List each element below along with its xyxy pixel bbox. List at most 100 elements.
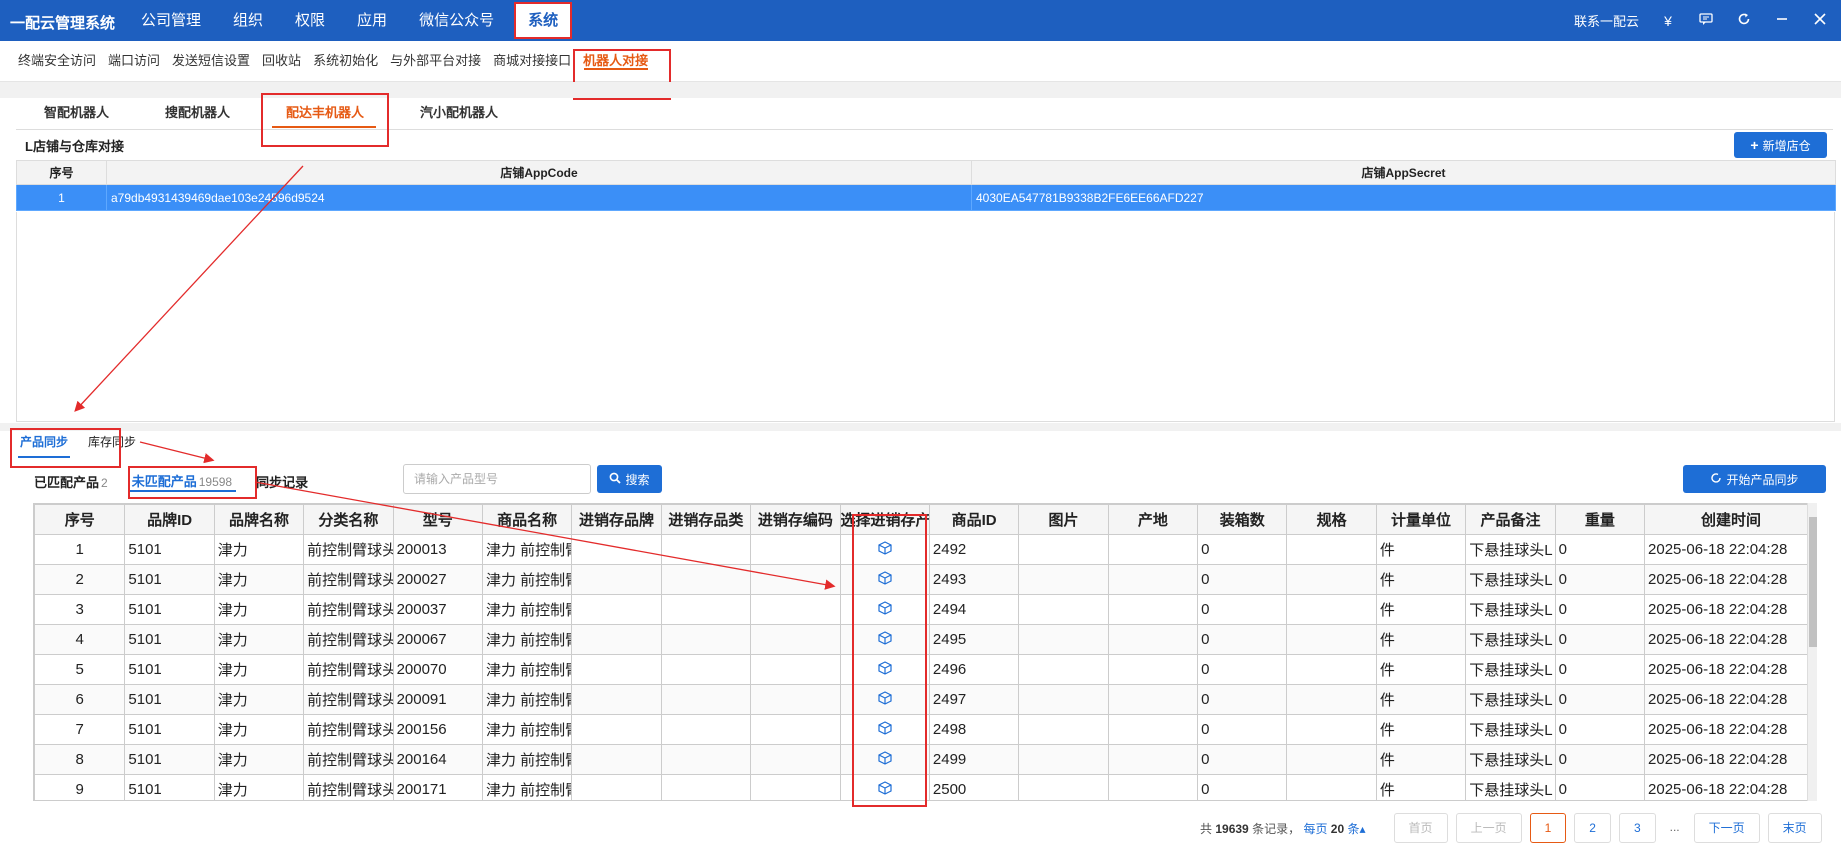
product-cell-14 [1286,684,1377,715]
tab-stock-sync[interactable]: 库存同步 [88,432,136,458]
page-ellipsis: ... [1663,813,1686,843]
filter-matched-count: 2 [101,475,108,490]
start-sync-button[interactable]: 开始产品同步 [1683,465,1826,493]
per-page-select[interactable]: 每页 20 条▴ [1303,822,1365,836]
filter-matched[interactable]: 已匹配产品 2 [34,472,108,491]
currency-icon[interactable]: ¥ [1659,13,1677,29]
box-icon[interactable] [877,540,893,556]
product-cell-2: 津力 [213,564,305,595]
select-product-cell[interactable] [839,594,930,625]
contact-link[interactable]: 联系一配云 [1574,11,1639,30]
product-cell-11 [1018,624,1109,655]
subnav-terminal-security[interactable]: 终端安全访问 [12,41,102,81]
select-product-cell[interactable] [839,714,930,745]
table-row[interactable]: 8 5101 津力 前控制臂球头 200164 津力 前控制臂 2499 0 件下悬挂球头L 0 2… [34,744,1816,775]
table-row[interactable]: 5 5101 津力 前控制臂球头 200070 津力 前控制臂 2496 0 件下悬挂球头L 0 2… [34,654,1816,685]
box-icon[interactable] [877,780,893,796]
table-row[interactable]: 1 5101 津力 前控制臂球头 200013 津力 前控制臂 2492 0 件下悬挂球头L 0 2… [34,534,1816,565]
table-row[interactable]: 6 5101 津力 前控制臂球头 200091 津力 前控制臂 2497 0 件下悬挂球头L 0 2… [34,684,1816,715]
tab-qixiaopei-robot[interactable]: 汽小配机器人 [392,98,526,129]
subnav-mall-interface[interactable]: 商城对接接口 [487,41,577,81]
box-icon[interactable] [877,570,893,586]
model-search-input[interactable] [403,464,591,494]
product-cell-10: 2494 [928,594,1020,625]
product-cell-7 [660,654,752,685]
topnav-org[interactable]: 组织 [217,0,279,41]
add-shop-button[interactable]: + 新增店仓 [1734,132,1827,158]
first-page-button[interactable]: 首页 [1393,813,1448,843]
select-product-cell[interactable] [839,774,930,800]
table-row[interactable]: 7 5101 津力 前控制臂球头 200156 津力 前控制臂 2498 0 件下悬挂球头L 0 2… [34,714,1816,745]
select-product-cell[interactable] [839,654,930,685]
close-icon[interactable] [1811,12,1829,29]
product-cell-15: 件 [1375,624,1467,655]
box-icon[interactable] [877,600,893,616]
topnav-apps[interactable]: 应用 [341,0,403,41]
minimize-icon[interactable] [1773,12,1791,29]
select-product-cell[interactable] [839,534,930,565]
next-page-button[interactable]: 下一页 [1693,813,1760,843]
product-cell-18: 2025-06-18 22:04:28 [1644,594,1816,625]
product-cell-18: 2025-06-18 22:04:28 [1644,774,1816,800]
product-cell-16: 下悬挂球头L [1465,534,1556,565]
scrollbar-thumb[interactable] [1809,517,1817,647]
product-cell-10: 2499 [928,744,1020,775]
subnav-active-underline [584,68,648,70]
filter-unmatched[interactable]: 未匹配产品 19598 [127,471,237,492]
table-row[interactable]: 9 5101 津力 前控制臂球头 200171 津力 前控制臂 2500 0 件下悬挂球头L 0 2… [34,774,1816,800]
subnav-robot-integration[interactable]: 机器人对接 [577,41,654,81]
page-button-3[interactable]: 3 [1618,813,1656,843]
tab-soupei-robot[interactable]: 搜配机器人 [137,98,258,129]
product-cell-10: 2500 [928,774,1020,800]
product-cell-8 [750,744,841,775]
product-cell-11 [1018,564,1109,595]
select-product-cell[interactable] [839,744,930,775]
box-icon[interactable] [877,630,893,646]
tab-peidafeng-robot[interactable]: 配达丰机器人 [258,98,392,129]
subnav-sms-settings[interactable]: 发送短信设置 [166,41,256,81]
filter-sync-records[interactable]: 同步记录 [256,472,308,491]
product-cell-2: 津力 [213,744,305,775]
refresh-icon[interactable] [1735,12,1753,29]
table-row[interactable]: 1 a79db4931439469dae103e24596d9524 4030E… [16,184,1836,211]
box-icon[interactable] [877,690,893,706]
message-icon[interactable] [1697,12,1715,29]
product-col-18: 创建时间 [1644,504,1816,535]
table-row[interactable]: 2 5101 津力 前控制臂球头 200027 津力 前控制臂 2493 0 件下悬挂球头L 0 2… [34,564,1816,595]
page-button-1[interactable]: 1 [1529,813,1567,843]
product-cell-7 [660,564,752,595]
product-cell-10: 2498 [928,714,1020,745]
table-row[interactable]: 3 5101 津力 前控制臂球头 200037 津力 前控制臂 2494 0 件下悬挂球头L 0 2… [34,594,1816,625]
select-product-cell[interactable] [839,684,930,715]
start-sync-label: 开始产品同步 [1726,472,1799,487]
tab-product-sync[interactable]: 产品同步 [18,432,71,458]
prev-page-button[interactable]: 上一页 [1455,813,1522,843]
tab-zhipei-robot[interactable]: 智配机器人 [16,98,137,129]
product-cell-5: 津力 前控制臂 [481,774,573,800]
product-cell-0: 7 [34,714,126,745]
vertical-scrollbar[interactable] [1807,503,1817,801]
box-icon[interactable] [877,720,893,736]
subnav-recycle-bin[interactable]: 回收站 [256,41,307,81]
subnav-external-platform[interactable]: 与外部平台对接 [384,41,487,81]
box-icon[interactable] [877,660,893,676]
product-cell-12 [1107,714,1199,745]
search-button[interactable]: 搜索 [597,465,662,493]
select-product-cell[interactable] [839,564,930,595]
table-row[interactable]: 4 5101 津力 前控制臂球头 200067 津力 前控制臂 2495 0 件下悬挂球头L 0 2… [34,624,1816,655]
last-page-button[interactable]: 末页 [1767,813,1822,843]
product-col-13: 装箱数 [1197,504,1288,535]
topnav-company[interactable]: 公司管理 [125,0,217,41]
subnav-system-init[interactable]: 系统初始化 [307,41,384,81]
topnav-wechat[interactable]: 微信公众号 [403,0,510,41]
filter-unmatched-label: 未匹配产品 [131,473,197,489]
cell-app-secret: 4030EA547781B9338B2FE6EE66AFD227 [971,184,1836,211]
topnav-permission[interactable]: 权限 [279,0,341,41]
page-button-2[interactable]: 2 [1574,813,1611,843]
box-icon[interactable] [877,750,893,766]
subnav-port-access[interactable]: 端口访问 [102,41,166,81]
select-product-cell[interactable] [839,624,930,655]
product-cell-1: 5101 [124,534,215,565]
product-col-15: 计量单位 [1375,504,1467,535]
topnav-system[interactable]: 系统 [514,2,573,39]
